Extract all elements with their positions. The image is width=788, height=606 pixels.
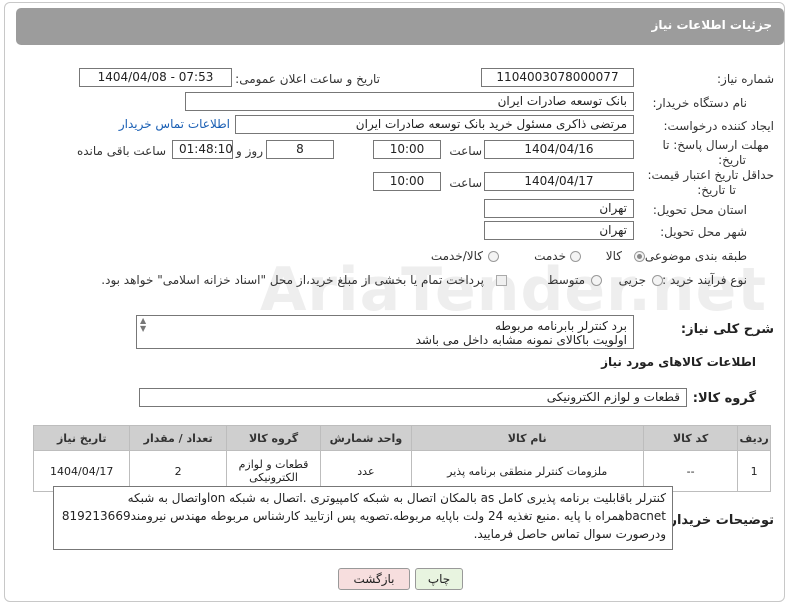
description-line-1: برد کنترلر بابرنامه مربوطه [495,319,627,333]
subject-radio-goods[interactable] [634,251,645,262]
subject-radio-service[interactable] [570,251,581,262]
buyer-org-field: بانک توسعه صادرات ایران [185,92,634,111]
back-button[interactable]: بازگشت [338,568,410,590]
treasury-payment-checkbox[interactable] [496,275,507,286]
day-and-label: روز و [236,144,263,158]
delivery-province-label: استان محل تحویل: [652,203,747,217]
reply-hour-label: ساعت [449,144,482,158]
description-scroll-arrows[interactable]: ▲ ▼ [140,317,150,333]
reply-date-field: 1404/04/16 [484,140,634,159]
cell-row: 1 [737,450,771,492]
reply-remaining-field: 01:48:10 [172,140,233,159]
purchase-option-medium: متوسط [547,273,585,287]
price-time-field: 10:00 [373,172,441,191]
announce-datetime-field: 1404/04/08 - 07:53 [79,68,232,87]
goods-group-label: گروه کالا: [692,391,756,406]
description-textarea[interactable]: برد کنترلر بابرنامه مربوطه اولویت باکالا… [136,315,634,349]
col-unit-header: واحد شمارش [320,425,412,451]
price-validity-label-2: تا تاریخ: [697,183,736,197]
goods-group-field: قطعات و لوازم الکترونیکی [139,388,687,407]
subject-radio-goods-service[interactable] [488,251,499,262]
subject-class-label: طبقه بندی موضوعی: [640,249,747,263]
need-number-field: 1104003078000077 [481,68,634,87]
reply-deadline-label-2: تاریخ: [718,153,746,167]
buyer-org-label: نام دستگاه خریدار: [652,96,748,110]
buyer-notes-textarea[interactable]: کنترلر باقابلیت برنامه پذیری کامل as بال… [53,486,673,550]
col-date-header: تاریخ نیاز [32,425,131,451]
hours-remaining-label: ساعت باقی مانده [76,144,166,158]
treasury-payment-note: پرداخت تمام یا بخشی از مبلغ خرید،از محل … [101,273,484,287]
price-date-field: 1404/04/17 [484,172,634,191]
need-number-label: شماره نیاز: [717,72,774,86]
delivery-city-label: شهر محل تحویل: [660,225,747,239]
province-field: تهران [484,199,634,218]
buyer-contact-link[interactable]: اطلاعات تماس خریدار [119,117,230,131]
buyer-notes-label: توضیحات خریدار: [664,513,774,528]
description-label: شرح کلی نیاز: [680,322,774,337]
price-hour-label: ساعت [449,176,482,190]
table-header-row: ردیف کد کالا نام کالا واحد شمارش گروه کا… [32,425,771,451]
requester-field: مرتضی ذاکری مسئول خرید بانک توسعه صادرات… [235,115,634,134]
goods-info-heading: اطلاعات کالاهای مورد نیاز [601,355,756,369]
print-button[interactable]: چاپ [415,568,463,590]
goods-table: ردیف کد کالا نام کالا واحد شمارش گروه کا… [32,425,771,492]
col-row-header: ردیف [737,425,771,451]
col-qty-header: تعداد / مقدار [129,425,227,451]
subject-option-goods-service: کالا/خدمت [430,249,483,263]
reply-time-field: 10:00 [373,140,441,159]
page-title: جزئیات اطلاعات نیاز [651,18,772,32]
announce-datetime-label: تاریخ و ساعت اعلان عمومی: [235,72,380,86]
requester-label: ایجاد کننده درخواست: [663,119,774,133]
purchase-option-minor: جزیی [618,273,646,287]
description-line-2: اولویت باکالای نمونه مشابه داخل می باشد [415,333,627,347]
col-code-header: کد کالا [642,425,739,451]
purchase-radio-medium[interactable] [591,275,602,286]
price-validity-label-1: حداقل تاریخ اعتبار قیمت: [647,168,774,182]
page-header: جزئیات اطلاعات نیاز [16,8,784,45]
col-name-header: نام کالا [410,425,644,451]
subject-option-service: خدمت [534,249,566,263]
reply-deadline-label-1: مهلت ارسال پاسخ: تا [662,138,769,152]
city-field: تهران [484,221,634,240]
reply-days-field: 8 [266,140,334,159]
purchase-radio-minor[interactable] [652,275,663,286]
col-group-header: گروه کالا [225,425,322,451]
purchase-type-label: نوع فرآیند خرید : [662,273,747,287]
subject-option-goods: کالا [605,249,622,263]
